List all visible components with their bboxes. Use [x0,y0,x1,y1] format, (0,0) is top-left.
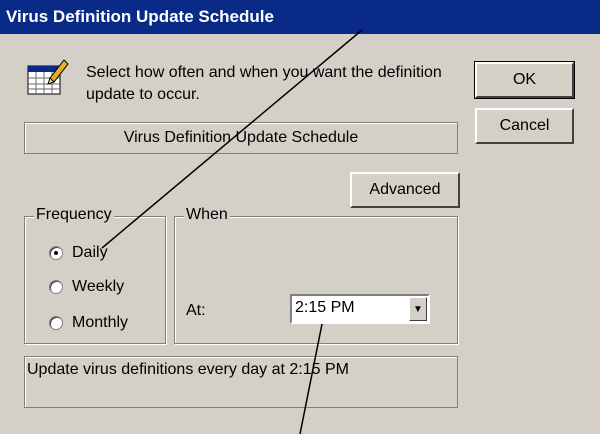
window-title: Virus Definition Update Schedule [6,7,274,26]
advanced-button[interactable]: Advanced [350,172,460,208]
when-group [174,216,458,344]
time-combobox[interactable]: 2:15 PM ▼ [290,294,430,324]
ok-button-label: OK [512,71,537,88]
radio-monthly-label[interactable]: Monthly [72,314,128,332]
radio-weekly-label[interactable]: Weekly [72,278,124,296]
schedule-dialog: Virus Definition Update Schedule Select … [0,0,600,434]
when-legend: When [184,206,230,224]
cancel-button-label: Cancel [499,117,550,134]
frequency-legend: Frequency [34,206,114,224]
at-label: At: [186,302,206,319]
summary-box: Update virus definitions every day at 2:… [24,356,458,408]
schedule-name-value: Virus Definition Update Schedule [123,129,359,146]
radio-daily[interactable] [49,246,63,260]
calendar-pencil-icon [27,59,69,95]
radio-daily-label[interactable]: Daily [72,244,108,262]
schedule-name-field: Virus Definition Update Schedule [24,122,458,154]
summary-text: Update virus definitions every day at 2:… [27,361,349,378]
dropdown-arrow-icon[interactable]: ▼ [409,297,427,321]
radio-weekly[interactable] [49,280,63,294]
title-bar: Virus Definition Update Schedule [0,0,600,34]
radio-monthly[interactable] [49,316,63,330]
advanced-button-label: Advanced [369,181,441,198]
instruction-text: Select how often and when you want the d… [86,64,442,103]
time-value: 2:15 PM [295,299,355,316]
ok-button[interactable]: OK [474,61,575,99]
cancel-button[interactable]: Cancel [475,108,574,144]
